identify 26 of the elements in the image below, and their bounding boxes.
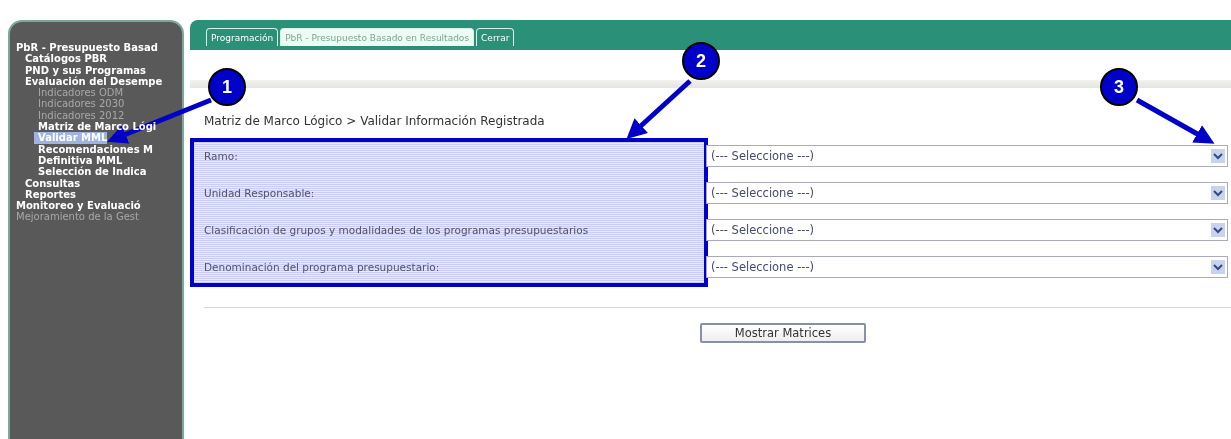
dropdown-field[interactable]: (--- Seleccione ---) [706, 182, 1228, 204]
field-label: Unidad Responsable: [204, 187, 316, 199]
field-label: Clasificación de grupos y modalidades de los programas presupuestarios [204, 224, 590, 236]
dropdown-field[interactable]: (--- Seleccione ---) [706, 256, 1228, 278]
field-label: Ramo: [204, 150, 239, 162]
callout-badge: 2 [682, 42, 720, 80]
tree-item[interactable]: Definitiva MML [34, 154, 123, 167]
dropdown-field[interactable]: (--- Seleccione ---) [706, 145, 1228, 167]
tree-item[interactable]: Matriz de Marco Lógi [34, 121, 157, 133]
tab[interactable]: Cerrar [476, 28, 515, 46]
field-label: Denominación del programa presupuestario: [204, 261, 441, 273]
tree-item[interactable]: Recomendaciones M [34, 143, 154, 155]
callout-badge: 1 [208, 68, 246, 106]
tree-item[interactable]: Monitoreo y Evaluació [16, 200, 141, 212]
tab[interactable]: Programación [206, 28, 279, 46]
breadcrumb: Matriz de Marco Lógico > Validar Información Registrada [204, 114, 546, 128]
tree-item[interactable]: Catálogos PBR [25, 53, 108, 65]
tree-item[interactable]: Evaluación del Desempe [25, 75, 163, 88]
tree-item[interactable]: Selección de Indica [34, 166, 147, 178]
show-matrices-button[interactable]: Mostrar Matrices [700, 323, 866, 343]
tree-item[interactable]: PND y sus Programas [25, 64, 147, 76]
tree-item[interactable]: Reportes [25, 188, 76, 201]
dropdown-field[interactable]: (--- Seleccione ---) [706, 219, 1228, 241]
tree-item[interactable]: Consultas [25, 177, 81, 189]
callout-badge: 3 [1100, 68, 1138, 106]
tree-item[interactable]: PbR - Presupuesto Basad [16, 42, 158, 54]
